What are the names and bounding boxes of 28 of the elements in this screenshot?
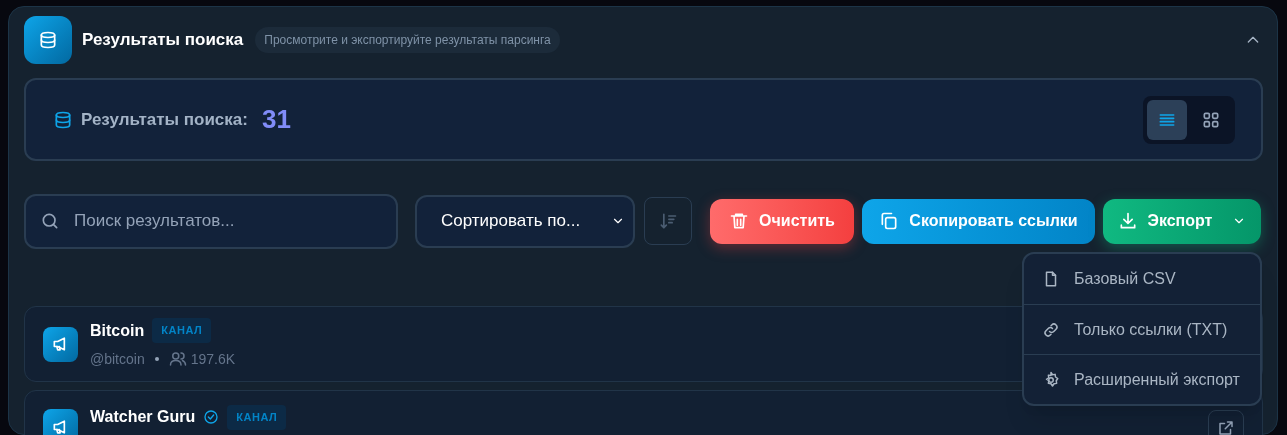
sort-dropdown[interactable]: Сортировать по... [415,194,635,248]
list-view-button[interactable] [1147,99,1187,140]
subtitle-pill: Просмотрите и экспортируйте результаты парсинга [255,27,560,53]
member-count: 197.6K [190,349,236,369]
type-badge: КАНАЛ [152,318,212,343]
trash-icon [729,211,750,231]
panel-title: Результаты поиска [82,29,244,52]
copy-links-button[interactable]: Скопировать ссылки [862,198,1095,244]
channel-handle: @bitcoin [90,349,145,369]
sort-icon [658,211,678,231]
search-input[interactable]: Поиск результатов... [74,208,382,234]
export-menu-item[interactable]: Расширенный экспорт [1024,354,1260,404]
channel-name: Bitcoin [90,320,145,341]
users-icon [168,350,187,369]
search-field[interactable]: Поиск результатов... [24,193,398,249]
search-icon [40,211,60,231]
type-badge: КАНАЛ [227,405,287,430]
channel-name: Watcher Guru [90,407,196,428]
results-label: Результаты поиска: [81,108,248,131]
database-icon [38,30,58,50]
database-icon [53,109,73,130]
copy-icon [879,211,900,231]
external-link-icon [1217,419,1235,435]
results-count: 31 [261,103,291,136]
export-menu-item[interactable]: Базовый CSV [1024,254,1260,304]
result-card[interactable]: Watcher Guru КАНАЛ [24,390,1263,435]
link-icon [1042,320,1060,339]
export-menu-item[interactable]: Только ссылки (TXT) [1024,304,1260,354]
